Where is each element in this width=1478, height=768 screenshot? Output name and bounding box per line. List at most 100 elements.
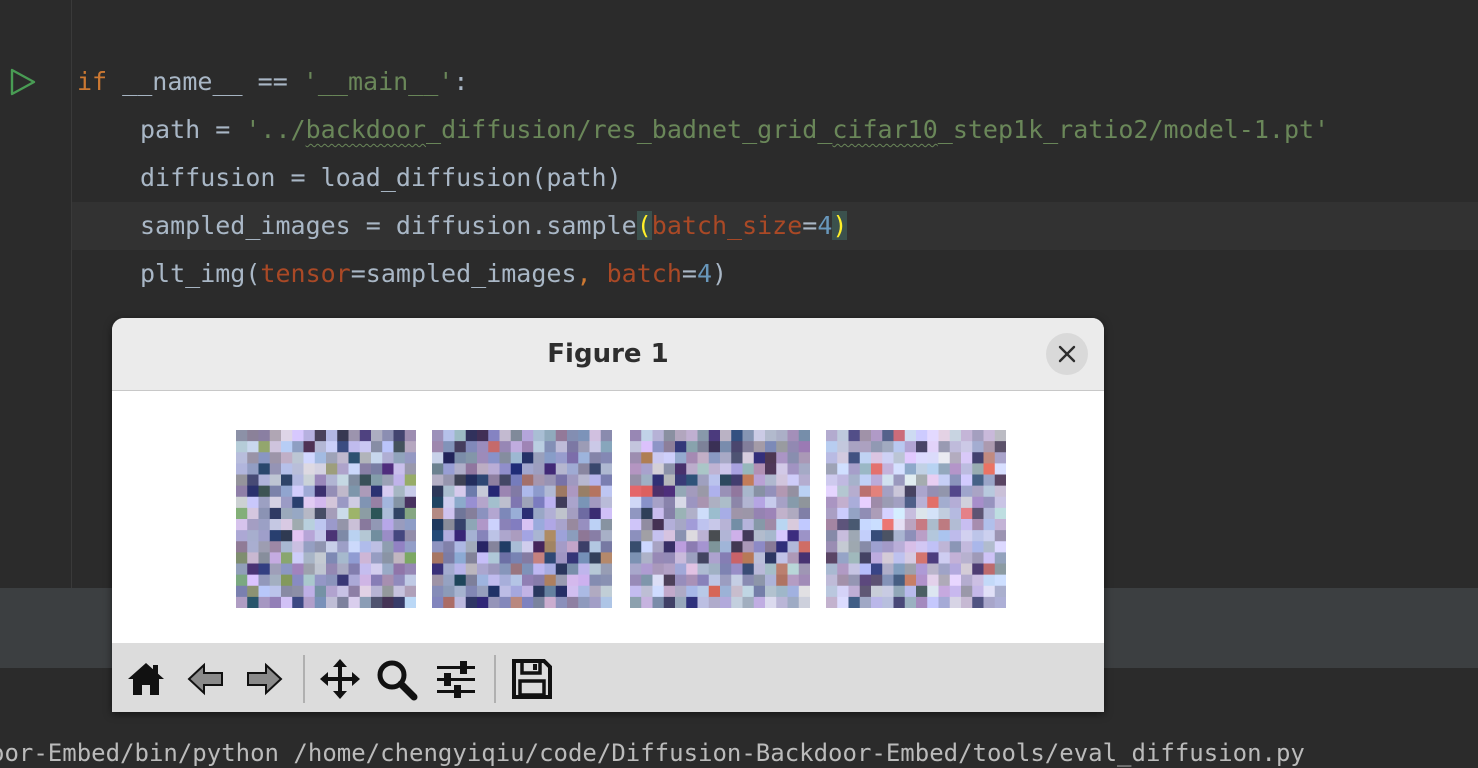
noise-pixel [567, 507, 579, 520]
noise-pixel [753, 541, 766, 553]
zoom-icon[interactable] [374, 657, 418, 701]
save-icon[interactable] [510, 657, 554, 701]
noise-pixel [731, 574, 744, 587]
figure-window[interactable]: Figure 1 [112, 318, 1104, 712]
noise-pixel [359, 541, 372, 553]
noise-pixel [916, 485, 928, 498]
configure-subplots-icon[interactable] [434, 657, 478, 701]
noise-pixel [697, 452, 710, 464]
noise-pixel [337, 463, 350, 476]
code-line-2[interactable]: path = '../backdoor_diffusion/res_badnet… [140, 115, 1329, 145]
noise-pixel [938, 563, 951, 576]
noise-pixel [555, 474, 568, 487]
noise-pixel [961, 530, 973, 542]
forward-icon[interactable] [242, 657, 286, 701]
noise-pixel [731, 530, 744, 542]
noise-pixel [477, 552, 489, 565]
noise-pixel [708, 463, 721, 476]
noise-pixel [258, 507, 271, 520]
noise-pixel [314, 463, 327, 476]
code-line-5[interactable]: plt_img(tensor=sampled_images, batch=4) [140, 259, 727, 289]
noise-pixel [303, 541, 316, 553]
noise-pixel [927, 552, 940, 565]
noise-pixel [641, 452, 654, 464]
noise-pixel [983, 585, 996, 598]
figure-titlebar[interactable]: Figure 1 [112, 318, 1104, 391]
noise-pixel [787, 519, 800, 531]
noise-pixel [927, 585, 940, 598]
noise-pixel [882, 530, 895, 542]
noise-pixel [326, 574, 338, 587]
noise-pixel [269, 463, 282, 476]
noise-pixel [882, 452, 895, 464]
noise-pixel [859, 519, 872, 531]
noise-pixel [765, 552, 777, 565]
noise-pixel [663, 519, 676, 531]
noise-pixel [281, 585, 293, 598]
code-line-1[interactable]: if __name__ == '__main__': [77, 67, 468, 97]
noise-pixel [326, 541, 338, 553]
noise-pixel [697, 519, 710, 531]
noise-pixel [983, 463, 996, 476]
noise-pixel [927, 563, 940, 576]
noise-pixel [630, 585, 642, 598]
var-path: path [140, 115, 201, 144]
noise-pixel [303, 496, 316, 509]
noise-pixel [247, 563, 260, 576]
code-line-4[interactable]: sampled_images = diffusion.sample(batch_… [140, 211, 848, 241]
noise-pixel [787, 430, 800, 442]
noise-pixel [798, 596, 810, 608]
noise-pixel [600, 519, 612, 531]
noise-pixel [983, 552, 996, 565]
noise-pixel [753, 474, 766, 487]
noise-pixel [258, 596, 271, 608]
noise-pixel [488, 463, 501, 476]
noise-pixel [893, 585, 906, 598]
comma: , [576, 259, 607, 288]
noise-pixel [443, 585, 456, 598]
noise-pixel [600, 585, 612, 598]
noise-pixel [589, 552, 602, 565]
noise-pixel [961, 519, 973, 531]
close-button[interactable] [1046, 333, 1088, 375]
noise-pixel [652, 574, 665, 587]
noise-pixel [972, 596, 985, 608]
noise-pixel [893, 596, 906, 608]
noise-pixel [292, 474, 305, 487]
noise-pixel [382, 519, 395, 531]
noise-pixel [510, 596, 523, 608]
noise-pixel [499, 596, 512, 608]
noise-pixel [488, 574, 501, 587]
back-icon[interactable] [184, 657, 228, 701]
noise-pixel [371, 596, 383, 608]
noise-pixel [882, 441, 895, 453]
noise-pixel [663, 507, 676, 520]
noise-pixel [927, 596, 940, 608]
noise-pixel [303, 585, 316, 598]
noise-pixel [247, 596, 260, 608]
noise-pixel [337, 485, 350, 498]
param-batch: batch [606, 259, 682, 288]
code-line-3[interactable]: diffusion = load_diffusion(path) [140, 163, 622, 193]
noise-pixel [826, 530, 838, 542]
noise-pixel [826, 430, 838, 442]
noise-pixel [742, 430, 755, 442]
noise-pixel [477, 452, 489, 464]
noise-pixel [247, 574, 260, 587]
noise-pixel [567, 530, 579, 542]
noise-pixel [510, 452, 523, 464]
noise-pixel [454, 596, 467, 608]
noise-pixel [859, 596, 872, 608]
figure-canvas[interactable] [112, 391, 1104, 643]
home-icon[interactable] [124, 657, 168, 701]
noise-pixel [859, 452, 872, 464]
noise-pixel [753, 485, 766, 498]
run-icon[interactable] [8, 67, 38, 97]
noise-pixel [281, 441, 293, 453]
noise-pixel [359, 552, 372, 565]
noise-pixel [510, 541, 523, 553]
pan-icon[interactable] [318, 657, 362, 701]
noise-pixel [359, 574, 372, 587]
noise-pixel [567, 552, 579, 565]
noise-pixel [404, 463, 416, 476]
